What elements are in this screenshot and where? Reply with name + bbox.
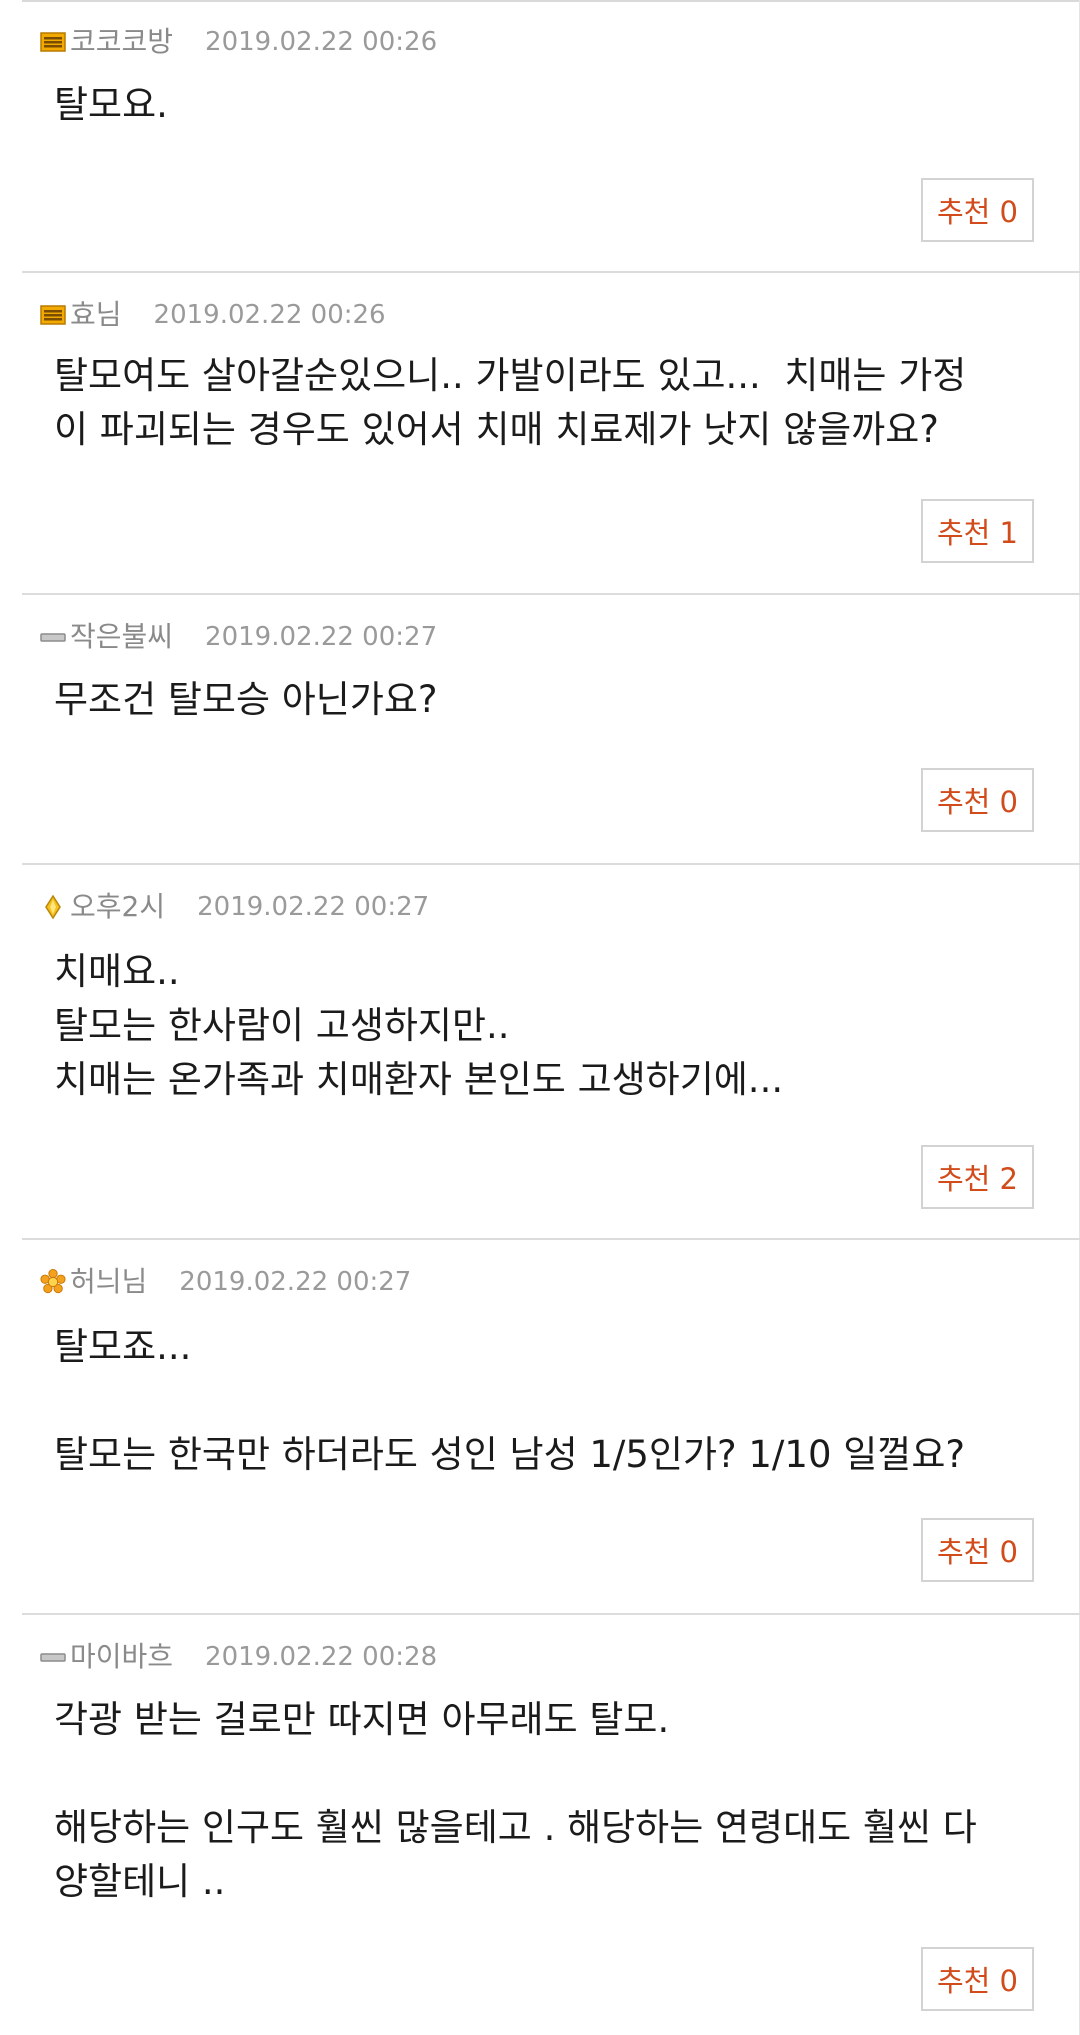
- comment-item: 마이바흐 2019.02.22 00:28 각광 받는 걸로만 따지면 아무래도…: [0, 1615, 1080, 2035]
- comment-date: 2019.02.22 00:27: [179, 1267, 412, 1297]
- comment-body: 치매요.. 탈모는 한사람이 고생하지만.. 치매는 온가족과 치매환자 본인도…: [54, 945, 1034, 1107]
- comment-meta: 마이바흐 2019.02.22 00:28: [40, 1637, 437, 1677]
- comment-line: 탈모여도 살아갈순있으니.. 가발이라도 있고... 치매는 가정: [54, 354, 967, 397]
- comment-line: 무조건 탈모승 아닌가요?: [54, 678, 438, 721]
- comment-line: 치매요..: [54, 950, 180, 993]
- comment-line: 치매는 온가족과 치매환자 본인도 고생하기에...: [54, 1058, 784, 1101]
- gray-bar-icon: [40, 624, 66, 650]
- comment-author[interactable]: 효님: [70, 295, 122, 335]
- recommend-button[interactable]: 추천 0: [920, 1518, 1034, 1582]
- gold-bars-icon: [40, 29, 66, 55]
- comment-line: 각광 받는 걸로만 따지면 아무래도 탈모.: [54, 1698, 670, 1741]
- comment-line: 탈모는 한사람이 고생하지만..: [54, 1004, 510, 1047]
- comment-item: 작은불씨 2019.02.22 00:27 무조건 탈모승 아닌가요? 추천 0: [0, 595, 1080, 865]
- gold-bars-icon: [40, 302, 66, 328]
- comment-author[interactable]: 작은불씨: [70, 617, 173, 657]
- comment-meta: 오후2시 2019.02.22 00:27: [40, 887, 429, 927]
- comment-body: 탈모죠... 탈모는 한국만 하더라도 성인 남성 1/5인가? 1/10 일껄…: [54, 1320, 1034, 1482]
- comment-line: 양할테니 ..: [54, 1860, 226, 1903]
- comment-meta: 코코코방 2019.02.22 00:26: [40, 22, 437, 62]
- comment-list: 코코코방 2019.02.22 00:26 탈모요. 추천 0 효님 2019.…: [0, 0, 1080, 2035]
- comment-author[interactable]: 코코코방: [70, 22, 173, 62]
- recommend-button[interactable]: 추천 0: [920, 1947, 1034, 2011]
- comment-line: 탈모요.: [54, 83, 168, 126]
- comment-line: [54, 1374, 1034, 1428]
- recommend-button[interactable]: 추천 2: [920, 1145, 1034, 1209]
- comment-author[interactable]: 허늬님: [70, 1262, 147, 1302]
- comment-body: 탈모여도 살아갈순있으니.. 가발이라도 있고... 치매는 가정 이 파괴되는…: [54, 349, 1034, 457]
- comment-author[interactable]: 오후2시: [70, 887, 165, 927]
- comment-line: [54, 1747, 1034, 1801]
- orange-flower-icon: [40, 1269, 66, 1295]
- comment-date: 2019.02.22 00:26: [205, 27, 438, 57]
- comment-meta: 작은불씨 2019.02.22 00:27: [40, 617, 437, 657]
- comment-meta: 허늬님 2019.02.22 00:27: [40, 1262, 411, 1302]
- comment-item: 오후2시 2019.02.22 00:27 치매요.. 탈모는 한사람이 고생하…: [0, 865, 1080, 1240]
- comment-body: 탈모요.: [54, 78, 1034, 132]
- comment-item: 허늬님 2019.02.22 00:27 탈모죠... 탈모는 한국만 하더라도…: [0, 1240, 1080, 1615]
- comment-body: 각광 받는 걸로만 따지면 아무래도 탈모. 해당하는 인구도 훨씬 많을테고 …: [54, 1693, 1034, 1909]
- comment-item: 효님 2019.02.22 00:26 탈모여도 살아갈순있으니.. 가발이라도…: [0, 273, 1080, 595]
- recommend-button[interactable]: 추천 0: [920, 178, 1034, 242]
- gray-bar-icon: [40, 1644, 66, 1670]
- recommend-button[interactable]: 추천 1: [920, 499, 1034, 563]
- yellow-diamond-icon: [40, 894, 66, 920]
- comment-meta: 효님 2019.02.22 00:26: [40, 295, 386, 335]
- comment-item: 코코코방 2019.02.22 00:26 탈모요. 추천 0: [0, 0, 1080, 273]
- comment-line: 탈모죠...: [54, 1325, 192, 1368]
- comment-author[interactable]: 마이바흐: [70, 1637, 173, 1677]
- comment-line: 탈모는 한국만 하더라도 성인 남성 1/5인가? 1/10 일껄요?: [54, 1433, 965, 1476]
- recommend-button[interactable]: 추천 0: [920, 768, 1034, 832]
- comment-date: 2019.02.22 00:27: [205, 622, 438, 652]
- comment-body: 무조건 탈모승 아닌가요?: [54, 673, 1034, 727]
- comment-date: 2019.02.22 00:27: [197, 892, 430, 922]
- comment-line: 해당하는 인구도 훨씬 많을테고 . 해당하는 연령대도 훨씬 다: [54, 1806, 977, 1849]
- comment-line: 이 파괴되는 경우도 있어서 치매 치료제가 낫지 않을까요?: [54, 408, 939, 451]
- comment-date: 2019.02.22 00:28: [205, 1642, 438, 1672]
- comment-date: 2019.02.22 00:26: [153, 300, 386, 330]
